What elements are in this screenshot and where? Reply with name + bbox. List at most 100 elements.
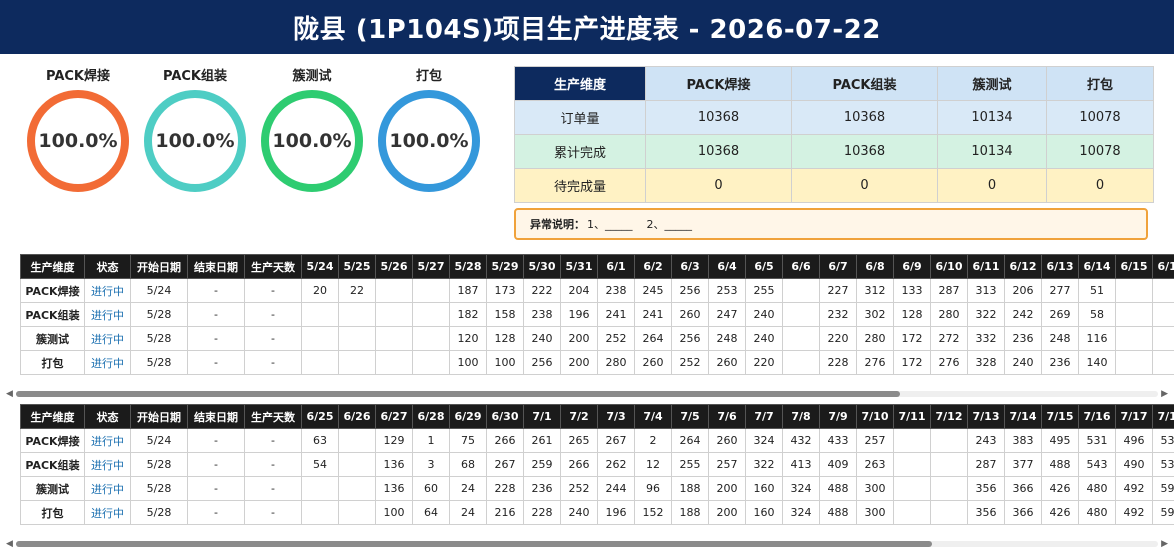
summary-row-label: 待完成量 (514, 168, 646, 203)
grid-date-header: 7/17 (1115, 404, 1153, 429)
grid-column-header: 生产天数 (244, 404, 302, 429)
daily-quantity-cell: 236 (523, 476, 561, 501)
scrollbar-thumb[interactable] (16, 541, 932, 547)
scroll-left-icon[interactable]: ◀ (6, 388, 13, 400)
status-link[interactable]: 进行中 (84, 476, 131, 501)
daily-quantity-cell: 58 (1078, 302, 1116, 327)
grid-date-header: 5/25 (338, 254, 376, 279)
table-row: 簇测试 进行中 5/28- -120 128 240 200 252 264 256 248 240 2… (20, 326, 1174, 351)
daily-quantity-cell: 433 (819, 428, 857, 453)
grid-date-header: 7/7 (745, 404, 783, 429)
daily-quantity-cell: 488 (1041, 452, 1079, 477)
table-row: 打包 进行中 5/28- -100 100 256 200 280 260 252 260 220 22… (20, 350, 1174, 375)
daily-quantity-cell: 356 (967, 500, 1005, 525)
daily-grid-1-container[interactable]: 生产维度 状态 开始日期 结束日期 生产天数 5/24 5/25 5/26 5/27 5/28 5/… (20, 254, 1174, 376)
summary-cell: 10368 (791, 100, 938, 135)
grid-date-header: 7/18 (1152, 404, 1174, 429)
daily-quantity-cell: 531 (1078, 428, 1116, 453)
grid-row-name: 打包 (20, 350, 85, 375)
summary-row-label: 订单量 (514, 100, 646, 135)
summary-cell: 0 (645, 168, 792, 203)
production-days-cell: - (244, 302, 302, 327)
daily-quantity-cell: 276 (930, 350, 968, 375)
daily-quantity-cell: 287 (967, 452, 1005, 477)
daily-quantity-cell (412, 278, 450, 303)
grid-date-header: 6/1 (597, 254, 635, 279)
status-link[interactable]: 进行中 (84, 452, 131, 477)
daily-quantity-cell: 272 (930, 326, 968, 351)
status-link[interactable]: 进行中 (84, 350, 131, 375)
daily-quantity-cell: 236 (1041, 350, 1079, 375)
status-link[interactable]: 进行中 (84, 428, 131, 453)
grid-date-header: 6/7 (819, 254, 857, 279)
gauge-value: 100.0% (38, 130, 118, 152)
daily-quantity-cell (930, 452, 968, 477)
daily-quantity-cell: 255 (745, 278, 783, 303)
daily-quantity-cell: 244 (597, 476, 635, 501)
scroll-left-icon[interactable]: ◀ (6, 538, 13, 550)
daily-quantity-cell: 128 (486, 326, 524, 351)
production-days-cell: - (244, 350, 302, 375)
status-link[interactable]: 进行中 (84, 302, 131, 327)
status-link[interactable]: 进行中 (84, 326, 131, 351)
daily-grid-2-container[interactable]: 生产维度 状态 开始日期 结束日期 生产天数 6/25 6/26 6/27 6/28 6/29 6/… (20, 404, 1174, 526)
daily-quantity-cell: 260 (708, 350, 746, 375)
grid-date-header: 7/16 (1078, 404, 1116, 429)
daily-quantity-cell (338, 326, 376, 351)
horizontal-scrollbar[interactable]: ◀ ▶ (6, 388, 1168, 400)
scroll-right-icon[interactable]: ▶ (1161, 388, 1168, 400)
grid-row-name: PACK组装 (20, 302, 85, 327)
daily-quantity-cell: 100 (449, 350, 487, 375)
daily-quantity-cell: 100 (486, 350, 524, 375)
daily-quantity-cell: 269 (1041, 302, 1079, 327)
daily-quantity-cell: 24 (449, 476, 487, 501)
daily-quantity-cell: 260 (634, 350, 672, 375)
daily-quantity-cell: 241 (634, 302, 672, 327)
daily-quantity-cell: 136 (375, 476, 413, 501)
daily-quantity-cell: 264 (671, 428, 709, 453)
grid-date-header: 5/29 (486, 254, 524, 279)
start-date-cell: 5/28 (130, 452, 188, 477)
daily-quantity-cell: 366 (1004, 500, 1042, 525)
scroll-right-icon[interactable]: ▶ (1161, 538, 1168, 550)
daily-quantity-cell: 261 (523, 428, 561, 453)
gauge-packing: 打包 100.0% (377, 68, 481, 192)
daily-quantity-cell: 220 (819, 326, 857, 351)
status-link[interactable]: 进行中 (84, 500, 131, 525)
gauge-pack-welding: PACK焊接 100.0% (26, 68, 130, 192)
daily-quantity-cell: 492 (1115, 476, 1153, 501)
start-date-cell: 5/28 (130, 476, 188, 501)
page-title: 陇县 (1P104S)项目生产进度表 - 2026-07-22 (0, 0, 1174, 54)
daily-quantity-cell: 356 (967, 476, 1005, 501)
daily-quantity-cell: 200 (708, 476, 746, 501)
grid-date-header: 6/29 (449, 404, 487, 429)
daily-quantity-cell (893, 476, 931, 501)
daily-quantity-cell: 204 (560, 278, 598, 303)
daily-quantity-cell: 188 (671, 500, 709, 525)
daily-quantity-cell: 495 (1041, 428, 1079, 453)
daily-quantity-cell: 54 (301, 452, 339, 477)
grid-date-header: 7/15 (1041, 404, 1079, 429)
grid-date-header: 7/10 (856, 404, 894, 429)
grid-date-header: 7/2 (560, 404, 598, 429)
horizontal-scrollbar[interactable]: ◀ ▶ (6, 538, 1168, 550)
status-link[interactable]: 进行中 (84, 278, 131, 303)
grid-date-header: 6/14 (1078, 254, 1116, 279)
grid-row-name: PACK组装 (20, 452, 85, 477)
daily-quantity-cell (1152, 350, 1174, 375)
daily-quantity-cell: 426 (1041, 500, 1079, 525)
grid-date-header: 5/31 (560, 254, 598, 279)
daily-quantity-cell: 280 (930, 302, 968, 327)
grid-column-header: 开始日期 (130, 254, 188, 279)
start-date-cell: 5/28 (130, 500, 188, 525)
daily-quantity-cell (301, 476, 339, 501)
daily-quantity-cell: 480 (1078, 476, 1116, 501)
grid-column-header: 状态 (84, 404, 131, 429)
daily-quantity-cell: 228 (523, 500, 561, 525)
daily-quantity-cell (375, 278, 413, 303)
daily-quantity-cell: 324 (782, 500, 820, 525)
scrollbar-thumb[interactable] (16, 391, 900, 397)
end-date-cell: - (187, 302, 245, 327)
daily-quantity-cell (893, 428, 931, 453)
daily-quantity-cell: 216 (486, 500, 524, 525)
